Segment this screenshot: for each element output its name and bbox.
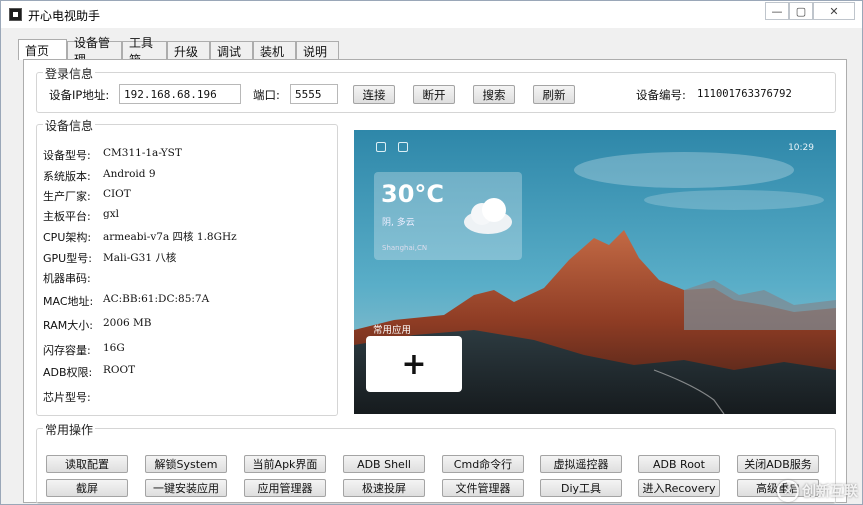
connect-button[interactable]: 连接 [353,85,395,104]
one-click-install-button[interactable]: 一键安装应用 [145,479,227,497]
status-icons [376,142,408,152]
info-row-gpu: GPU型号: Mali-G31 八核 [43,250,176,266]
device-info-group: 设备信息 设备型号: CM311-1a-YST 系统版本: Android 9 生产… [36,117,338,416]
title-bar[interactable]: 开心电视助手 — ▢ ✕ [1,1,862,28]
tab-install[interactable]: 装机 [253,41,296,60]
info-row-serial: 机器串码: [43,270,91,286]
window-title: 开心电视助手 [28,9,101,23]
current-apk-button[interactable]: 当前Apk界面 [244,455,326,473]
diy-tools-button[interactable]: Diy工具 [540,479,622,497]
info-key: CPU架构: [43,231,92,244]
weather-condition: 阴, 多云 [382,218,415,228]
fast-cast-button[interactable]: 极速投屏 [343,479,425,497]
tab-home[interactable]: 首页 [18,39,67,60]
login-legend: 登录信息 [43,65,96,82]
search-button[interactable]: 搜索 [473,85,515,104]
app-manager-button[interactable]: 应用管理器 [244,479,326,497]
adb-shell-button[interactable]: ADB Shell [343,455,425,473]
tab-upgrade[interactable]: 升级 [167,41,210,60]
info-row-model: 设备型号: CM311-1a-YST [43,147,182,163]
device-screenshot[interactable]: 10:29 30°C 阴, 多云 Shanghai,CN 常用应用 + [354,130,836,414]
virtual-remote-button[interactable]: 虚拟遥控器 [540,455,622,473]
info-value: 16G [103,342,125,354]
app-icon [9,8,22,21]
unlock-system-button[interactable]: 解锁System [145,455,227,473]
info-value: 2006 MB [103,317,152,329]
port-input[interactable]: 5555 [290,84,338,104]
disconnect-button[interactable]: 断开 [413,85,455,104]
info-value: Mali-G31 八核 [103,252,177,264]
common-apps-label: 常用应用 [373,325,412,336]
ip-label: 设备IP地址: [49,88,110,102]
info-key: 闪存容量: [43,344,91,357]
add-app-tile[interactable]: + [366,336,462,392]
app-window: 开心电视助手 — ▢ ✕ 首页 设备管理 工具箱 升级 调试 装机 说明 登录信… [0,0,863,505]
info-value: Android 9 [103,168,156,180]
info-key: 生产厂家: [43,190,91,203]
info-row-board: 主板平台: gxl [43,208,119,224]
info-key: 机器串码: [43,272,91,285]
info-key: MAC地址: [43,295,94,308]
info-row-ram: RAM大小: 2006 MB [43,317,152,333]
info-row-storage: 闪存容量: 16G [43,342,125,358]
info-row-cpu: CPU架构: armeabi-v7a 四核 1.8GHz [43,229,237,245]
file-manager-button[interactable]: 文件管理器 [442,479,524,497]
logo-icon: ✕ [777,480,799,502]
info-value: ROOT [103,364,136,376]
info-key: 芯片型号: [43,391,91,404]
operations-legend: 常用操作 [43,421,96,438]
info-value: AC:BB:61:DC:85:7A [103,293,210,305]
ip-input[interactable]: 192.168.68.196 [119,84,241,104]
cloud-icon [464,198,512,234]
watermark: ✕ 创新互联 [777,480,858,502]
info-key: RAM大小: [43,319,93,332]
device-info-legend: 设备信息 [43,117,96,134]
serial-label: 设备编号: [636,88,686,102]
info-key: 系统版本: [43,170,91,183]
info-key: 设备型号: [43,149,91,162]
close-button[interactable]: ✕ [813,2,855,20]
settings-icon [376,142,386,152]
port-label: 端口: [253,88,280,102]
weather-widget: 30°C 阴, 多云 Shanghai,CN [374,172,522,260]
close-adb-button[interactable]: 关闭ADB服务 [737,455,819,473]
adb-root-button[interactable]: ADB Root [638,455,720,473]
screenshot-button[interactable]: 截屏 [46,479,128,497]
info-key: ADB权限: [43,366,93,379]
info-row-adb: ADB权限: ROOT [43,364,135,380]
watermark-text: 创新互联 [802,484,858,500]
tab-toolbox[interactable]: 工具箱 [122,36,167,67]
recovery-button[interactable]: 进入Recovery [638,479,720,497]
login-group: 登录信息 设备IP地址: 192.168.68.196 端口: 5555 连接 … [36,65,836,113]
weather-temperature: 30°C [381,180,445,208]
home-panel: 登录信息 设备IP地址: 192.168.68.196 端口: 5555 连接 … [23,59,847,504]
info-row-mac: MAC地址: AC:BB:61:DC:85:7A [43,293,209,309]
info-key: GPU型号: [43,252,92,265]
screen-clock: 10:29 [788,143,814,153]
weather-location: Shanghai,CN [382,244,428,252]
tab-debug[interactable]: 调试 [210,41,253,60]
info-row-vendor: 生产厂家: CIOT [43,188,131,204]
cmd-button[interactable]: Cmd命令行 [442,455,524,473]
refresh-button[interactable]: 刷新 [533,85,575,104]
maximize-button[interactable]: ▢ [789,2,813,20]
tab-device-management[interactable]: 设备管理 [67,36,122,67]
info-row-os: 系统版本: Android 9 [43,168,156,184]
tab-strip: 首页 设备管理 工具箱 升级 调试 装机 说明 [18,36,339,67]
operations-group: 常用操作 读取配置 解锁System 当前Apk界面 ADB Shell Cmd… [36,421,836,504]
tab-help[interactable]: 说明 [296,41,339,60]
serial-value: 111001763376792 [697,88,792,100]
info-key: 主板平台: [43,210,91,223]
minimize-button[interactable]: — [765,2,789,20]
read-config-button[interactable]: 读取配置 [46,455,128,473]
info-value: gxl [103,208,120,220]
info-row-chip: 芯片型号: [43,389,91,405]
info-value: CM311-1a-YST [103,147,182,159]
info-value: CIOT [103,188,131,200]
info-value: armeabi-v7a 四核 1.8GHz [103,231,237,243]
camera-icon [398,142,408,152]
